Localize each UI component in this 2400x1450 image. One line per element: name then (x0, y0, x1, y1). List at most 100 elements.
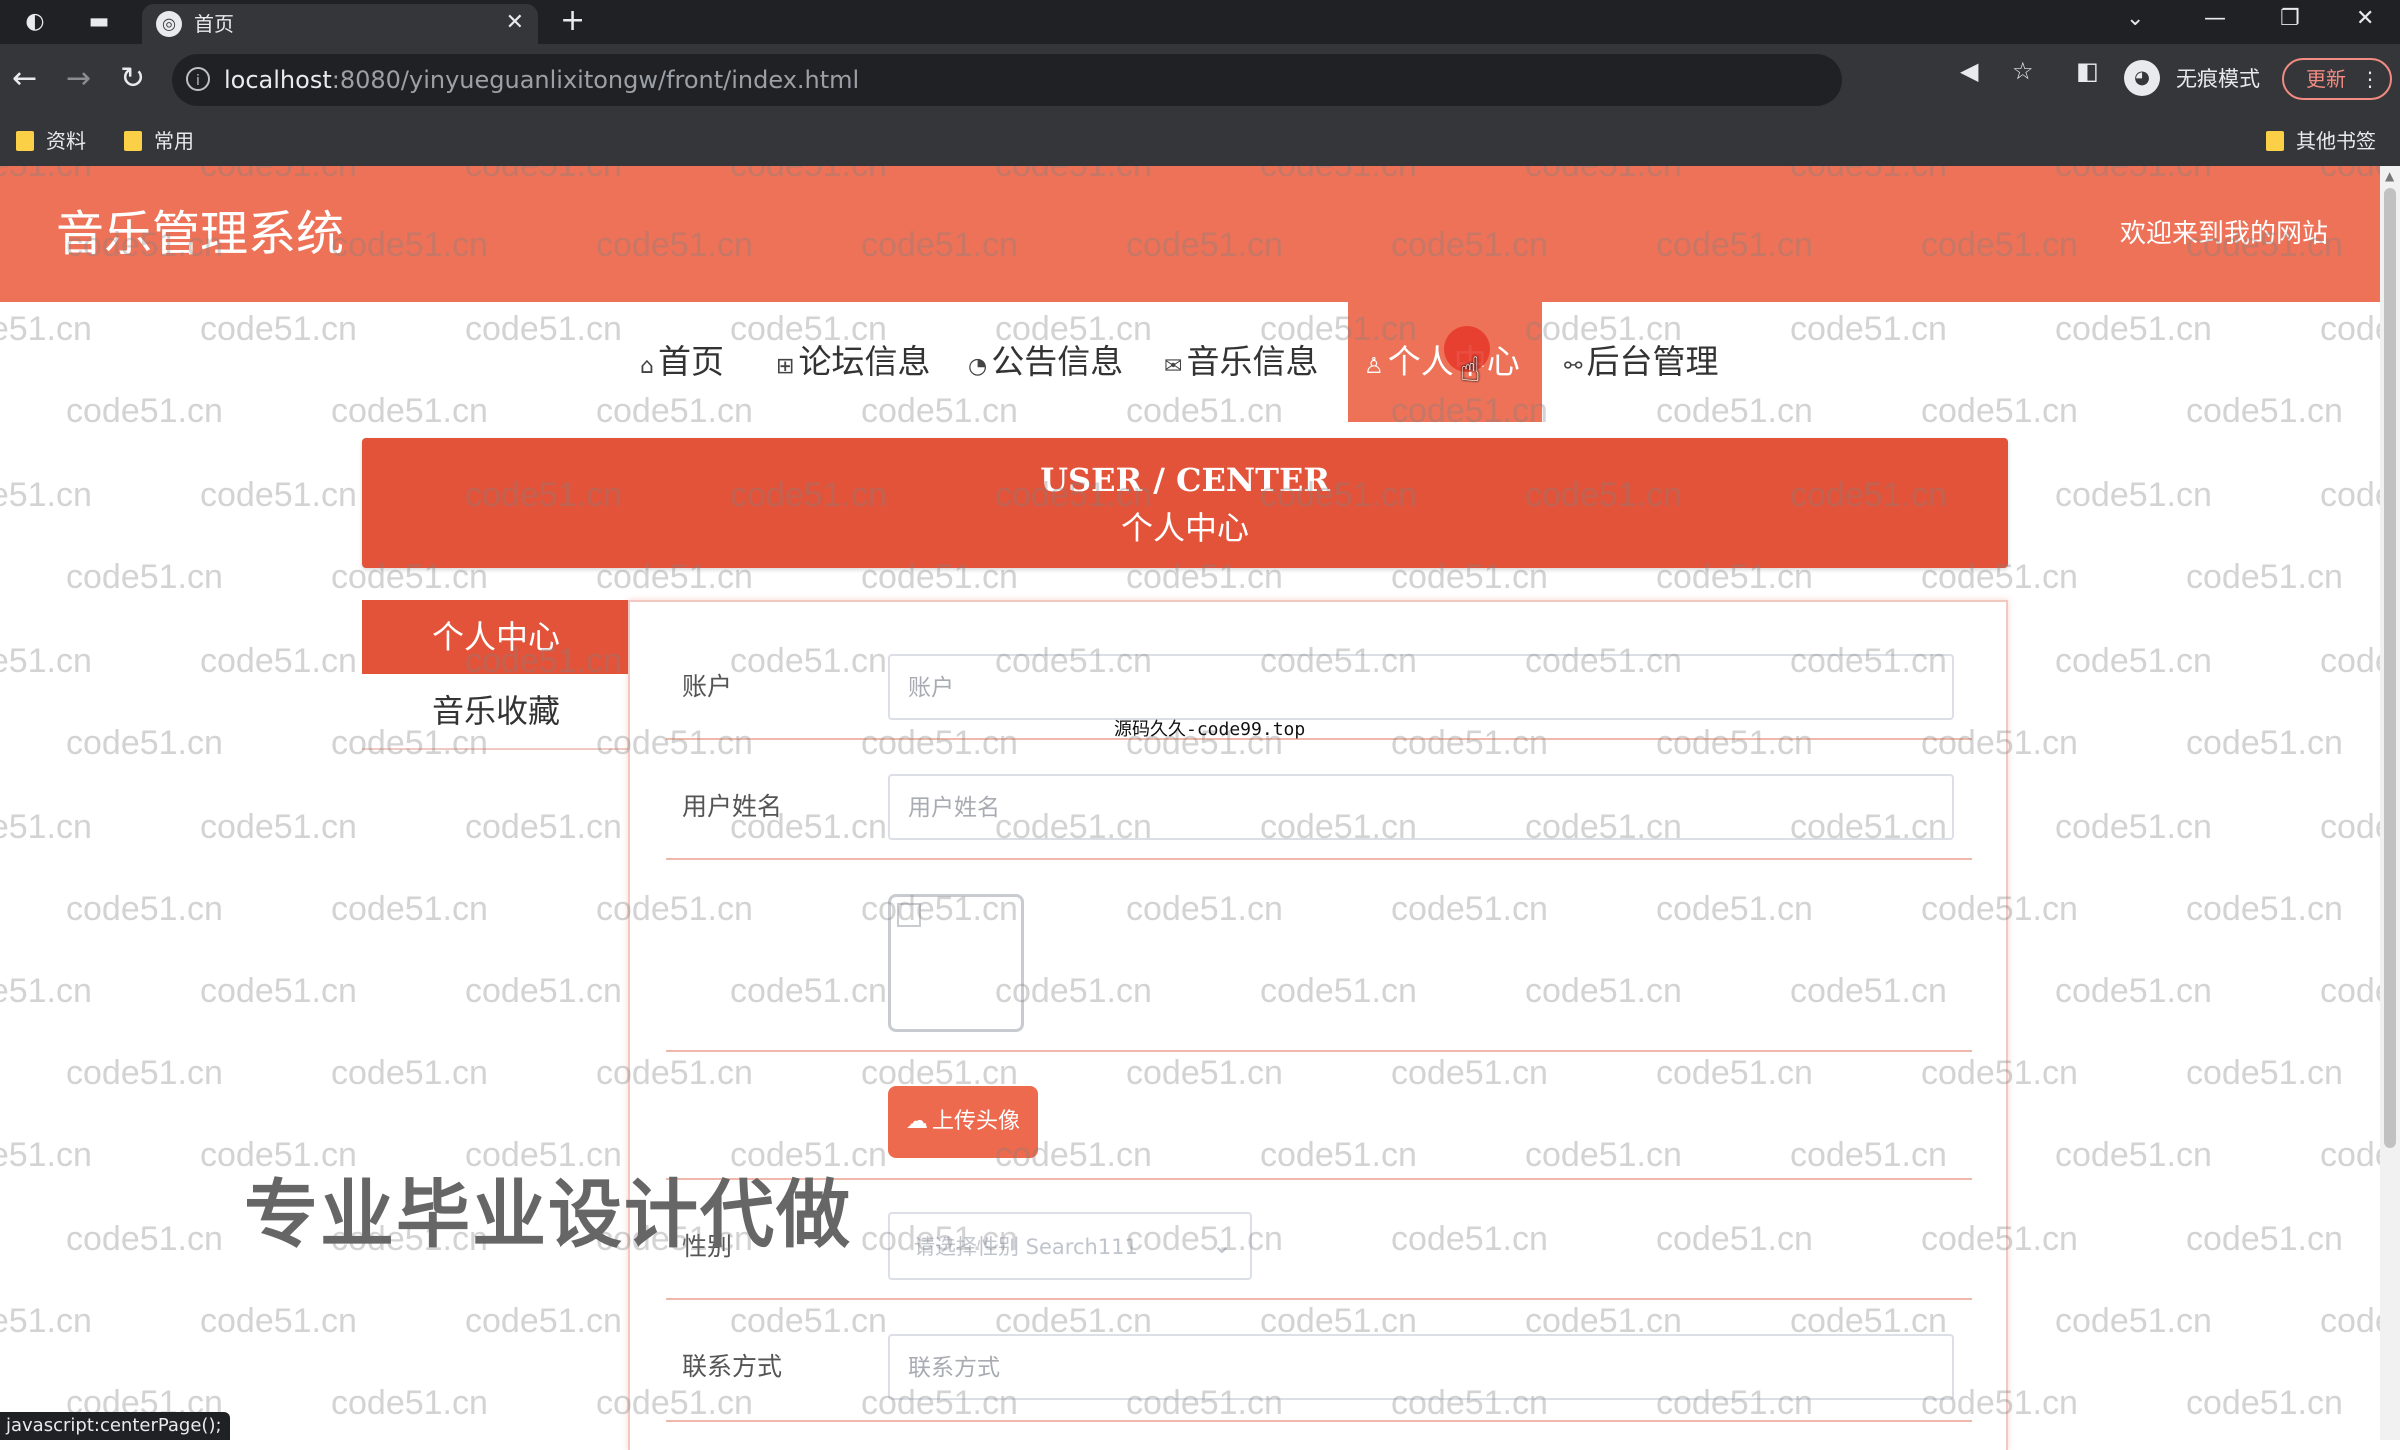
divider (666, 858, 1972, 860)
source-overlay-text: 源码久久-code99.top (1114, 719, 1306, 740)
site-title: 音乐管理系统 (56, 206, 345, 262)
globe-icon: ◎ (156, 11, 182, 37)
nav-forum[interactable]: ⊞ 论坛信息 (776, 302, 930, 422)
watermark-text: code51.cn (331, 1054, 488, 1092)
nav-home[interactable]: ⌂ 首页 (640, 302, 724, 422)
link-icon: ⚯ (1564, 354, 1583, 379)
tab-search-icon[interactable]: ▬ (86, 9, 112, 35)
close-window-icon[interactable]: ✕ (2356, 4, 2374, 34)
url-text[interactable]: localhost:8080/yinyueguanlixitongw/front… (224, 66, 859, 94)
tab-title: 首页 (194, 12, 234, 36)
more-icon: ⋮ (2360, 67, 2380, 91)
page-banner: USER / CENTER 个人中心 (362, 438, 2008, 568)
watermark-text: code51.cn (2055, 642, 2212, 680)
name-input[interactable]: 用户姓名 (888, 774, 1954, 840)
watermark-text: code51.cn (2320, 808, 2380, 846)
watermark-text: code51.cn (2186, 558, 2343, 596)
music-icon: ✉ (1164, 354, 1183, 379)
watermark-text: code51.cn (465, 808, 622, 846)
watermark-text: code51.cn (2320, 476, 2380, 514)
watermark-text: code51.cn (0, 476, 92, 514)
chevron-down-icon: ⌄ (1211, 1231, 1232, 1259)
status-bar: javascript:centerPage(); (0, 1412, 230, 1440)
side-item-music-favorites[interactable]: 音乐收藏 (362, 674, 630, 750)
star-icon[interactable]: ☆ (2012, 58, 2034, 84)
upload-avatar-button[interactable]: ☁ 上传头像 (888, 1086, 1038, 1158)
account-label: 账户 (682, 672, 733, 701)
info-icon[interactable]: i (186, 67, 210, 91)
watermark-text: code51.cn (331, 1384, 488, 1422)
browser-tab[interactable]: ◎ 首页 ✕ (142, 4, 538, 44)
minimize-icon[interactable]: — (2204, 4, 2226, 34)
page-scrollbar[interactable]: ▲ (2380, 166, 2400, 1440)
watermark-text: code51.cn (2055, 476, 2212, 514)
promo-overlay-text: 专业毕业设计代做 (244, 1172, 852, 1258)
watermark-text: code51.cn (0, 1136, 92, 1174)
other-bookmarks[interactable]: 其他书签 (2266, 128, 2376, 154)
watermark-text: code51.cn (2186, 890, 2343, 928)
back-icon[interactable]: ← (12, 62, 37, 96)
side-item-user-center[interactable]: 个人中心 (362, 600, 630, 674)
close-icon[interactable]: ✕ (506, 10, 524, 36)
watermark-text: code51.cn (66, 1054, 223, 1092)
nav-admin[interactable]: ⚯ 后台管理 (1564, 302, 1718, 422)
bookmark-folder[interactable]: 常用 (124, 128, 194, 154)
incognito-label: 无痕模式 (2176, 67, 2260, 91)
hand-cursor-icon: ☝ (1460, 350, 1481, 390)
folder-icon (124, 131, 142, 151)
notice-icon: ◔ (968, 354, 988, 379)
watermark-text: code51.cn (200, 1302, 357, 1340)
restore-icon[interactable]: ❐ (2280, 4, 2300, 34)
watermark-text: code51.cn (2186, 1220, 2343, 1258)
name-label: 用户姓名 (682, 792, 783, 821)
cloud-upload-icon: ☁ (905, 1109, 928, 1134)
watermark-text: code51.cn (2186, 724, 2343, 762)
watermark-text: code51.cn (66, 890, 223, 928)
watermark-text: code51.cn (2320, 642, 2380, 680)
nav-user-center[interactable]: ♙个人中心 (1348, 302, 1542, 422)
banner-title-cn: 个人中心 (1120, 509, 1249, 547)
gender-select[interactable]: 请选择性别 Search111 ⌄ (888, 1212, 1252, 1280)
sidebar-icon[interactable]: ◧ (2076, 58, 2099, 84)
account-input[interactable]: 账户 (888, 654, 1954, 720)
watermark-text: code51.cn (0, 1302, 92, 1340)
forward-icon[interactable]: → (66, 62, 91, 96)
watermark-text: code51.cn (2055, 808, 2212, 846)
divider (666, 1420, 1972, 1422)
watermark-text: code51.cn (0, 808, 92, 846)
folder-icon (16, 131, 34, 151)
chevron-down-icon[interactable]: ⌄ (2126, 4, 2144, 34)
folder-icon (2266, 131, 2284, 151)
home-icon: ⌂ (640, 354, 654, 379)
forum-icon: ⊞ (776, 354, 795, 379)
divider (666, 1050, 1972, 1052)
watermark-text: code51.cn (200, 972, 357, 1010)
profile-form (628, 600, 2008, 1450)
browser-menu-icon[interactable]: ◐ (22, 9, 48, 35)
incognito-icon[interactable]: ◕ (2124, 60, 2160, 96)
watermark-text: code51.cn (200, 642, 357, 680)
broken-image-icon (897, 903, 921, 927)
address-bar[interactable]: i localhost:8080/yinyueguanlixitongw/fro… (172, 54, 1842, 106)
bookmark-folder[interactable]: 资料 (16, 128, 86, 154)
watermark-text: code51.cn (2055, 972, 2212, 1010)
banner-title-en: USER / CENTER (1040, 461, 1330, 499)
mute-icon[interactable]: ◀ (1960, 58, 1978, 84)
main-nav: ⌂首页 ⊞论坛信息 ◔公告信息 ✉音乐信息 ♙个人中心 ⚯后台管理 (0, 302, 2380, 422)
watermark-text: code51.cn (0, 972, 92, 1010)
watermark-text: code51.cn (200, 476, 357, 514)
contact-input[interactable]: 联系方式 (888, 1334, 1954, 1400)
browser-tab-bar: ◐ ▬ ◎ 首页 ✕ + ⌄ — ❐ ✕ (0, 0, 2400, 44)
watermark-text: code51.cn (66, 1220, 223, 1258)
update-button[interactable]: 更新 ⋮ (2282, 58, 2392, 100)
new-tab-icon[interactable]: + (560, 6, 585, 36)
reload-icon[interactable]: ↻ (120, 62, 145, 96)
nav-notice[interactable]: ◔ 公告信息 (968, 302, 1123, 422)
browser-toolbar: ← → ↻ i localhost:8080/yinyueguanlixiton… (0, 44, 2400, 116)
watermark-text: code51.cn (465, 1302, 622, 1340)
watermark-text: code51.cn (2186, 1384, 2343, 1422)
side-menu: 个人中心 音乐收藏 (362, 600, 630, 750)
nav-music[interactable]: ✉ 音乐信息 (1164, 302, 1318, 422)
watermark-text: code51.cn (66, 724, 223, 762)
divider (666, 1178, 1972, 1180)
